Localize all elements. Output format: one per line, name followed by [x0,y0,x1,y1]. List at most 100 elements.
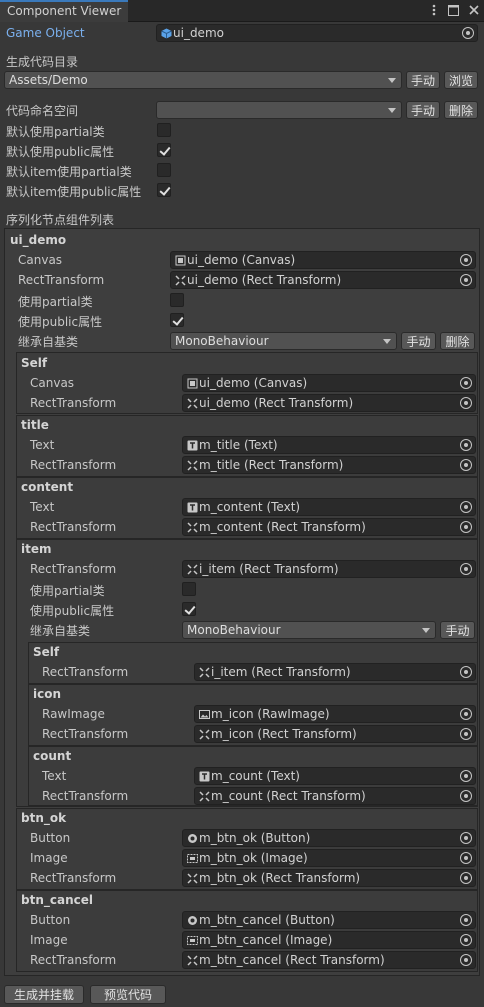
content-rect-field[interactable]: m_content (Rect Transform) [182,518,476,536]
output-dir-value: Assets/Demo [9,73,88,87]
self-group-name: Self [21,356,48,370]
object-picker-icon[interactable] [460,254,472,266]
item-public-label: 使用public属性 [30,604,115,618]
button-icon [186,914,198,926]
rect-transform-icon [174,274,186,286]
serialize-list-label: 序列化节点组件列表 [6,213,115,227]
item-partial-checkbox[interactable] [182,582,196,596]
item-rect-field[interactable]: i_item (Rect Transform) [182,560,476,578]
root-public-checkbox[interactable] [170,313,184,327]
item-self-rect-field[interactable]: i_item (Rect Transform) [194,663,476,681]
item-count-text-value: m_count (Text) [211,769,300,783]
default-item-public-checkbox[interactable] [157,183,171,197]
content-text-value: m_content (Text) [199,500,301,514]
btn-cancel-button-value: m_btn_cancel (Button) [199,913,335,927]
output-dir-manual-button[interactable]: 手动 [406,71,440,89]
more-options-icon[interactable] [427,3,440,17]
object-picker-icon[interactable] [460,459,472,471]
btn-ok-rect-field[interactable]: m_btn_ok (Rect Transform) [182,869,476,887]
item-base-class-dropdown[interactable]: MonoBehaviour [182,621,436,639]
object-picker-icon[interactable] [460,521,472,533]
root-rect-value: ui_demo (Rect Transform) [187,273,342,287]
object-picker-icon[interactable] [460,934,472,946]
object-picker-icon[interactable] [460,770,472,782]
root-canvas-field[interactable]: ui_demo (Canvas) [170,251,476,269]
object-picker-icon[interactable] [460,790,472,802]
root-base-class-dropdown[interactable]: MonoBehaviour [170,332,397,350]
object-picker-icon[interactable] [460,439,472,451]
default-partial-checkbox[interactable] [157,123,171,137]
title-group-name: title [21,418,49,432]
btn-cancel-button-label: Button [30,913,71,927]
object-picker-icon[interactable] [460,274,472,286]
btn-cancel-rect-field[interactable]: m_btn_cancel (Rect Transform) [182,951,476,969]
item-icon-rect-field[interactable]: m_icon (Rect Transform) [194,725,476,743]
game-object-value: ui_demo [173,26,224,40]
object-picker-icon[interactable] [460,377,472,389]
default-public-checkbox[interactable] [157,143,171,157]
object-picker-icon[interactable] [460,728,472,740]
btn-ok-image-label: Image [30,851,68,865]
item-manual-button[interactable]: 手动 [440,621,475,639]
raw-image-icon [198,708,210,720]
output-dir-dropdown[interactable]: Assets/Demo [4,71,402,89]
item-count-rect-field[interactable]: m_count (Rect Transform) [194,787,476,805]
object-picker-icon[interactable] [460,666,472,678]
btn-cancel-image-label: Image [30,933,68,947]
btn-cancel-button-field[interactable]: m_btn_cancel (Button) [182,911,476,929]
default-item-partial-checkbox[interactable] [157,163,171,177]
object-picker-icon[interactable] [460,832,472,844]
root-delete-button[interactable]: 删除 [440,332,475,350]
canvas-icon [186,377,198,389]
namespace-label: 代码命名空间 [6,104,79,118]
namespace-delete-button[interactable]: 删除 [444,101,478,119]
item-public-checkbox[interactable] [182,602,196,616]
preview-code-button[interactable]: 预览代码 [90,985,166,1004]
item-count-group-name: count [33,749,72,763]
root-rect-field[interactable]: ui_demo (Rect Transform) [170,271,476,289]
object-picker-icon[interactable] [460,872,472,884]
dropdown-arrow-icon [388,108,396,113]
item-count-text-field[interactable]: m_count (Text) [194,767,476,785]
object-picker-icon[interactable] [460,397,472,409]
title-rect-field[interactable]: m_title (Rect Transform) [182,456,476,474]
browse-button[interactable]: 浏览 [444,71,478,89]
dropdown-arrow-icon [388,78,396,83]
namespace-manual-button[interactable]: 手动 [406,101,440,119]
root-partial-checkbox[interactable] [170,293,184,307]
item-icon-rawimage-field[interactable]: m_icon (RawImage) [194,705,476,723]
self-canvas-field[interactable]: ui_demo (Canvas) [182,374,476,392]
object-picker-icon[interactable] [460,914,472,926]
object-picker-icon[interactable] [460,954,472,966]
rect-transform-icon [186,459,198,471]
close-icon[interactable] [467,3,480,17]
object-picker-icon[interactable] [462,27,474,39]
object-picker-icon[interactable] [460,852,472,864]
btn-ok-image-field[interactable]: m_btn_ok (Image) [182,849,476,867]
dropdown-arrow-icon [383,339,391,344]
title-text-field[interactable]: m_title (Text) [182,436,476,454]
self-rect-field[interactable]: ui_demo (Rect Transform) [182,394,476,412]
btn-ok-button-label: Button [30,831,71,845]
namespace-dropdown[interactable] [156,101,402,119]
object-picker-icon[interactable] [460,708,472,720]
footer-bar: 生成并挂载 预览代码 [0,981,484,1007]
title-rect-label: RectTransform [30,458,117,472]
item-partial-label: 使用partial类 [30,584,105,598]
rect-transform-icon [186,521,198,533]
dropdown-arrow-icon [422,628,430,633]
maximize-icon[interactable] [447,3,460,17]
btn-ok-button-value: m_btn_ok (Button) [199,831,311,845]
btn-ok-button-field[interactable]: m_btn_ok (Button) [182,829,476,847]
tab-component-viewer[interactable]: Component Viewer [0,0,128,22]
object-picker-icon[interactable] [460,501,472,513]
game-object-field[interactable]: ui_demo [156,24,478,42]
generate-and-attach-button[interactable]: 生成并挂载 [4,985,84,1004]
content-rect-value: m_content (Rect Transform) [199,520,366,534]
object-picker-icon[interactable] [460,563,472,575]
btn-cancel-rect-label: RectTransform [30,953,117,967]
btn-cancel-image-field[interactable]: m_btn_cancel (Image) [182,931,476,949]
content-text-field[interactable]: m_content (Text) [182,498,476,516]
root-manual-button[interactable]: 手动 [401,332,436,350]
item-icon-rawimage-value: m_icon (RawImage) [211,707,330,721]
